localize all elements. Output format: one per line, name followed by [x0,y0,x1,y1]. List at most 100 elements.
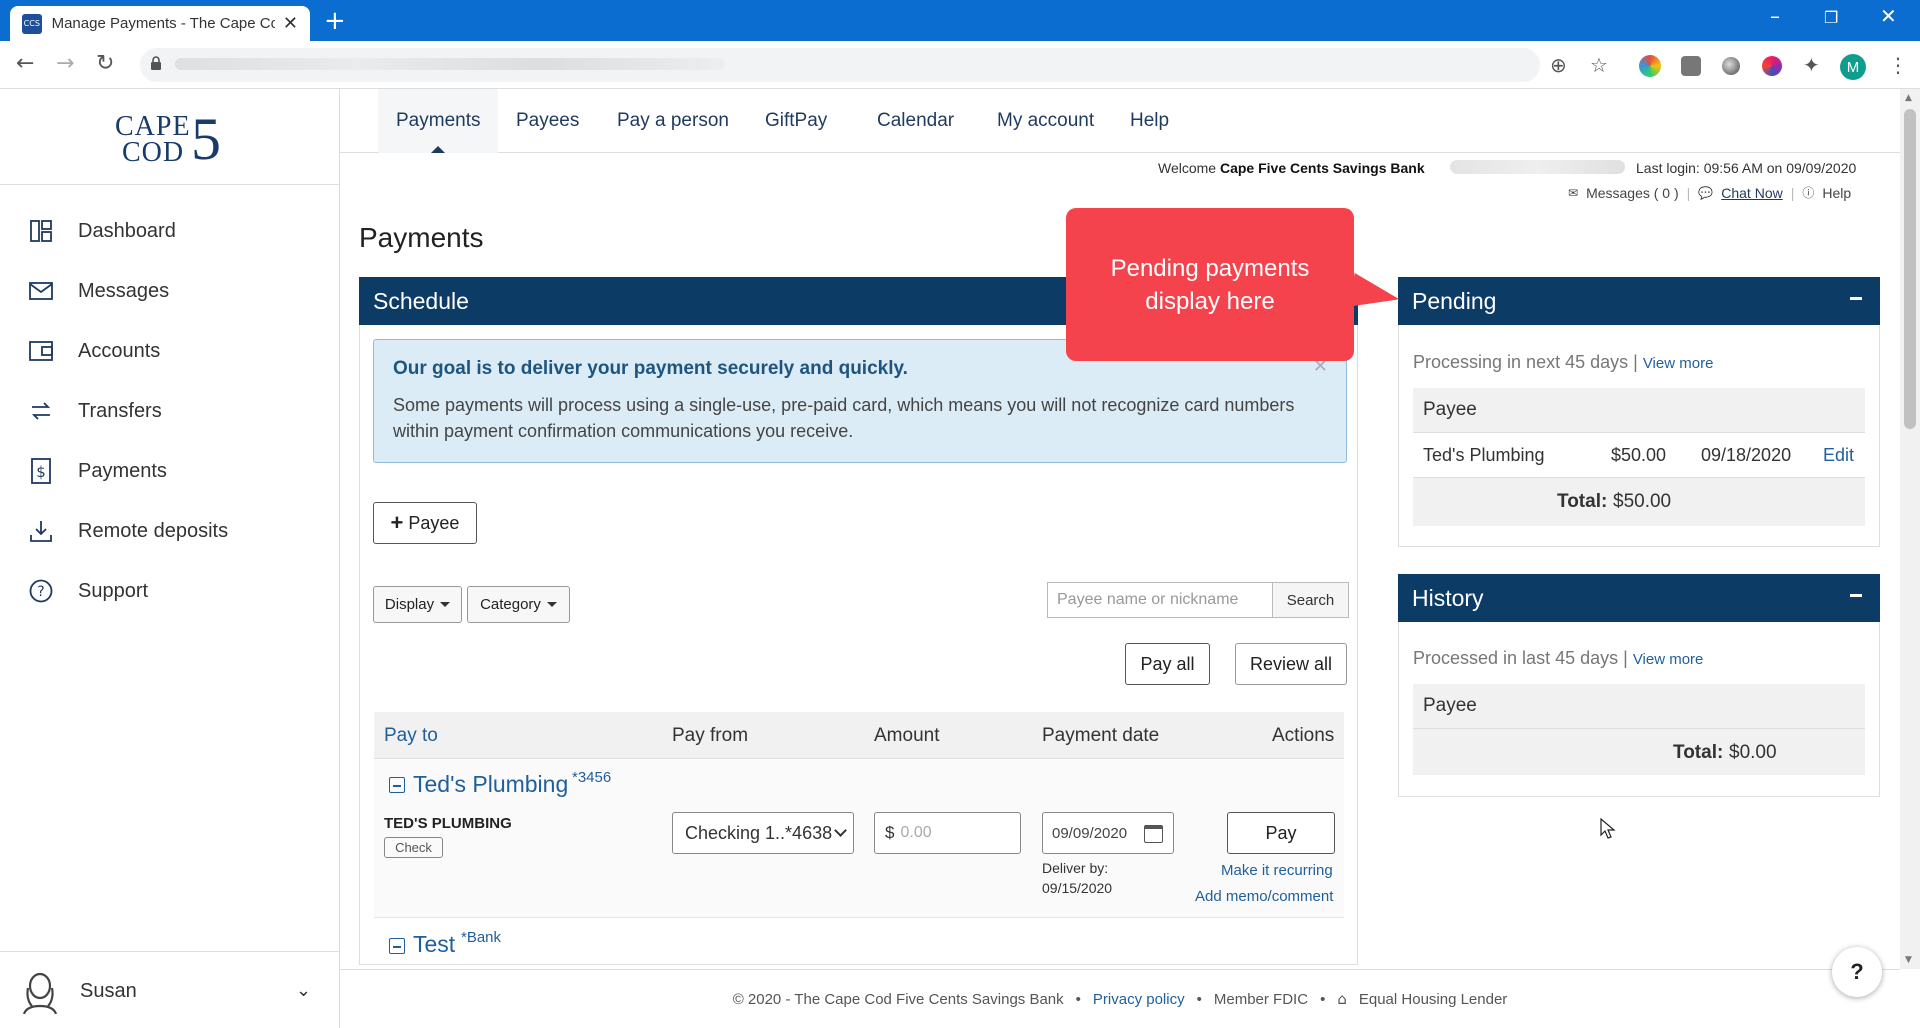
tab-close-icon[interactable]: ✕ [283,13,298,34]
caret-down-icon [440,602,451,607]
add-payee-button[interactable]: + Payee [373,502,477,544]
tab-help[interactable]: Help [1112,89,1187,153]
search-button[interactable]: Search [1272,582,1349,618]
chat-now-link[interactable]: Chat Now [1721,185,1782,201]
pending-header: Pending [1398,277,1880,325]
help-circle-icon: ⓘ [1802,186,1815,200]
history-table-header: Payee [1413,684,1865,729]
history-subtitle: Processed in last 45 days | View more [1413,648,1704,668]
bank-logo[interactable]: CAPE COD 5 [115,109,225,169]
alert-title: Our goal is to deliver your payment secu… [393,358,908,379]
scroll-thumb[interactable] [1904,109,1916,429]
profile-avatar[interactable]: M [1840,54,1866,80]
bookmark-star-icon[interactable]: ☆ [1590,53,1608,77]
mouse-cursor-icon [1600,818,1616,839]
window-close-icon[interactable]: ✕ [1880,4,1897,28]
collapse-minus-icon[interactable] [389,777,405,793]
sidebar-item-transfers[interactable]: Transfers [28,391,162,431]
history-view-more-link[interactable]: View more [1633,651,1704,668]
pending-date: 09/18/2020 [1701,445,1792,465]
help-fab-button[interactable]: ? [1832,947,1882,997]
dollar-document-icon: $ [28,458,54,484]
envelope-icon [28,278,54,304]
review-all-button[interactable]: Review all [1235,643,1347,685]
sidebar-item-remote-deposits[interactable]: Remote deposits [28,511,228,551]
svg-text:$: $ [36,463,46,481]
minimize-icon[interactable]: – [1770,4,1780,28]
privacy-policy-link[interactable]: Privacy policy [1093,991,1185,1008]
browser-tab[interactable]: CCS Manage Payments - The Cape Co ✕ [10,6,310,41]
back-icon[interactable]: ← [16,51,34,76]
amount-input[interactable]: $ 0.00 [874,812,1021,854]
extension-color-icon[interactable] [1762,56,1782,76]
add-memo-link[interactable]: Add memo/comment [1195,888,1333,905]
zoom-plus-icon[interactable]: ⊕ [1550,53,1567,77]
dashboard-icon [28,218,54,244]
sidebar-item-payments[interactable]: $ Payments [28,451,167,491]
pending-payee: Ted's Plumbing [1423,445,1545,465]
envelope-icon: ✉ [1568,185,1579,200]
sidebar-item-accounts[interactable]: Accounts [28,331,160,371]
lock-icon [151,56,161,70]
scroll-down-icon[interactable]: ▼ [1905,955,1912,965]
sidebar-item-messages[interactable]: Messages [28,271,169,311]
redacted-info [1450,160,1625,174]
equal-housing-icon: ⌂ [1337,990,1347,1008]
pending-view-more-link[interactable]: View more [1643,355,1714,372]
scroll-up-icon[interactable]: ▲ [1905,93,1912,103]
restore-icon[interactable]: ❐ [1824,8,1838,27]
tab-giftpay[interactable]: GiftPay [747,89,845,153]
transfer-arrows-icon [28,398,54,424]
payment-date-input[interactable]: 09/09/2020 [1042,812,1174,854]
site-favicon-icon: CCS [22,13,42,34]
payee-name-link[interactable]: Test [413,931,455,958]
tab-pay-a-person[interactable]: Pay a person [599,89,747,153]
forward-icon[interactable]: → [56,51,74,76]
payee-search-input[interactable]: Payee name or nickname [1047,582,1273,618]
divider [0,184,340,185]
tab-payments[interactable]: Payments [378,89,499,153]
pending-edit-link[interactable]: Edit [1823,445,1854,466]
equal-housing-lender: Equal Housing Lender [1358,990,1508,1008]
payee-name-link[interactable]: Ted's Plumbing [413,771,568,798]
sidebar-item-dashboard[interactable]: Dashboard [28,211,176,251]
pay-button[interactable]: Pay [1227,812,1335,854]
reload-icon[interactable]: ↻ [96,51,114,76]
deliver-by: Deliver by: 09/15/2020 [1042,860,1113,896]
help-link[interactable]: Help [1822,185,1851,201]
pay-all-button[interactable]: Pay all [1125,643,1210,685]
page-scrollbar[interactable]: ▲ ▼ [1900,89,1920,969]
extensions-puzzle-icon[interactable]: ✦ [1803,53,1820,77]
browser-menu-icon[interactable]: ⋮ [1888,53,1908,77]
make-recurring-link[interactable]: Make it recurring [1221,862,1333,879]
page-title: Payments [359,222,484,253]
collapse-minus-icon[interactable] [389,938,405,954]
caret-down-icon [546,602,557,607]
collapse-icon[interactable] [1850,297,1862,300]
display-dropdown[interactable]: Display [373,586,462,623]
payee-account-suffix: *3456 [572,769,612,786]
tab-my-account[interactable]: My account [979,89,1112,153]
extension-colorwheel-icon[interactable] [1639,55,1661,77]
callout-pointer [1349,272,1403,314]
chevron-down-icon[interactable]: ⌄ [296,980,311,1001]
history-total: Total: $0.00 [1413,729,1865,775]
tab-payees[interactable]: Payees [498,89,597,153]
collapse-icon[interactable] [1850,594,1862,597]
messages-link[interactable]: Messages ( 0 ) [1586,185,1679,201]
extension-circle-icon[interactable] [1722,57,1740,75]
sidebar-item-support[interactable]: ? Support [28,571,148,611]
column-pay-to[interactable]: Pay to [384,725,438,747]
tab-calendar[interactable]: Calendar [859,89,972,153]
extension-chat-icon[interactable] [1681,56,1701,76]
column-pay-from: Pay from [672,725,749,746]
column-amount: Amount [874,725,940,746]
user-menu[interactable]: Susan ⌄ [0,951,340,1028]
calendar-icon[interactable] [1144,825,1163,843]
category-dropdown[interactable]: Category [467,586,570,623]
payee-account-suffix: *Bank [461,929,502,946]
tab-title: Manage Payments - The Cape Co [51,15,275,32]
pay-from-select[interactable]: Checking 1..*4638 [672,812,854,854]
new-tab-icon[interactable]: + [324,6,346,36]
separator: | [1686,184,1691,201]
